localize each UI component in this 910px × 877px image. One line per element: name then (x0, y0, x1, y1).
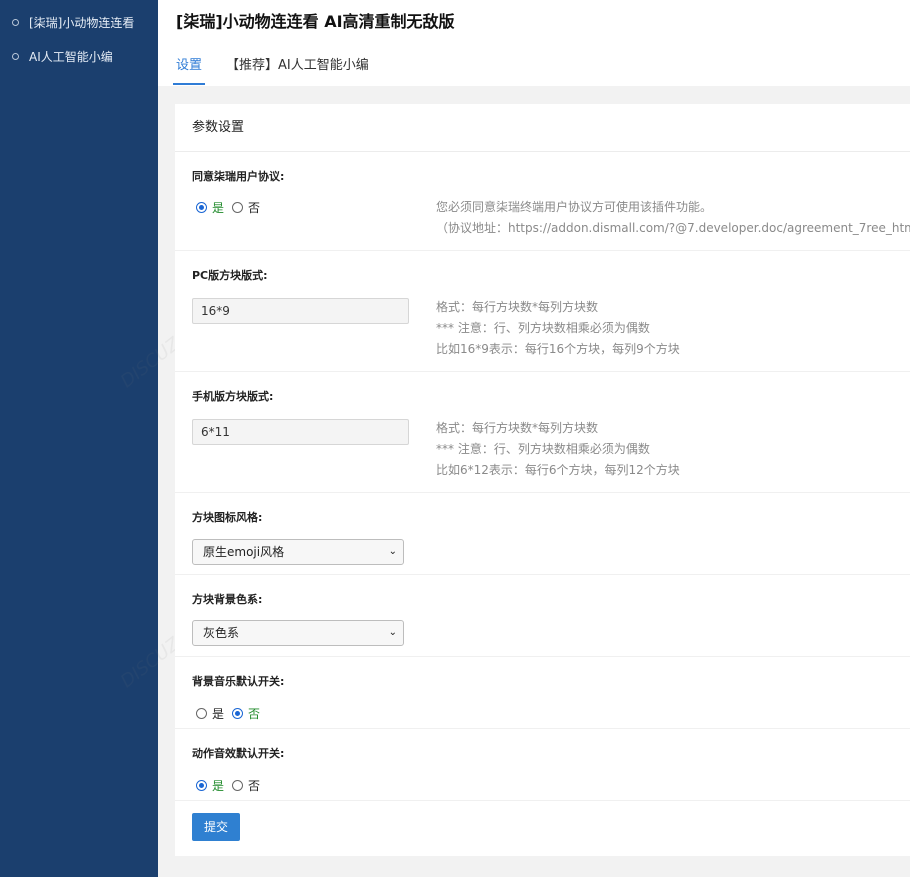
icon-style-selected: 原生emoji风格 (203, 545, 285, 559)
mobile-example-tip: 比如6*12表示：每行6个方块，每列12个方块 (436, 463, 680, 477)
agreement-url-line: （协议地址：https://addon.dismall.com/?@7.deve… (436, 221, 910, 235)
bg-music-no-radio[interactable] (232, 708, 244, 719)
pc-example-tip: 比如16*9表示：每行16个方块，每列9个方块 (436, 342, 680, 356)
sidebar-item-ai-editor[interactable]: AI人工智能小编 (0, 39, 158, 73)
tab-settings[interactable]: 设置 (172, 54, 206, 85)
tab-recommend-ai[interactable]: 【推荐】AI人工智能小编 (226, 54, 369, 85)
mobile-layout-label: 手机版方块版式: (192, 390, 274, 403)
bg-color-select[interactable]: 灰色系 ⌄ (192, 620, 404, 646)
agreement-yes-radio[interactable] (196, 202, 207, 213)
panel-title: 参数设置 (175, 104, 910, 152)
pc-note-tip: *** 注意：行、列方块数相乘必须为偶数 (436, 321, 650, 335)
bg-color-label: 方块背景色系: (192, 593, 263, 606)
agreement-row: 同意柒瑞用户协议: 是 否 您必须同意柒瑞终端用户协议方可使用该插件功能。 （协… (175, 152, 910, 251)
mobile-layout-row: 手机版方块版式: 6*11 格式：每行方块数*每列方块数 *** 注意：行、列方… (175, 372, 910, 493)
main-area: [柒瑞]小动物连连看 AI高清重制无敌版 设置 【推荐】AI人工智能小编 DIS… (117, 0, 910, 877)
agreement-radio-group: 是 否 (196, 199, 268, 216)
bg-music-radio-group: 是 否 (196, 705, 268, 722)
top-bar: [柒瑞]小动物连连看 AI高清重制无敌版 设置 【推荐】AI人工智能小编 (158, 0, 910, 86)
page-title: [柒瑞]小动物连连看 AI高清重制无敌版 (176, 12, 455, 31)
sound-fx-radio-group: 是 否 (196, 777, 268, 794)
tab-bar: 设置 【推荐】AI人工智能小编 (172, 54, 393, 85)
icon-style-row: 方块图标风格: 原生emoji风格 ⌄ (175, 493, 910, 575)
sound-fx-yes-radio[interactable] (196, 780, 207, 791)
bg-music-row: 背景音乐默认开关: 是 否 (175, 657, 910, 729)
bg-music-yes-label: 是 (212, 707, 225, 721)
icon-style-label: 方块图标风格: (192, 511, 263, 524)
pc-layout-input[interactable]: 16*9 (192, 298, 409, 324)
agreement-no-radio[interactable] (232, 202, 244, 213)
mobile-note-tip: *** 注意：行、列方块数相乘必须为偶数 (436, 442, 650, 456)
settings-panel: 参数设置 同意柒瑞用户协议: 是 否 您必须同意柒瑞终端用户协议方可使用该插件功… (175, 104, 910, 856)
pc-layout-row: PC版方块版式: 16*9 格式：每行方块数*每列方块数 *** 注意：行、列方… (175, 251, 910, 372)
bg-music-no-label: 否 (248, 707, 261, 721)
sidebar-item-label: [柒瑞]小动物连连看 (29, 15, 135, 30)
mobile-format-tip: 格式：每行方块数*每列方块数 (436, 421, 599, 435)
bg-music-label: 背景音乐默认开关: (192, 675, 285, 688)
sidebar-item-label: AI人工智能小编 (29, 49, 113, 64)
pc-layout-label: PC版方块版式: (192, 269, 268, 282)
agreement-tip-line: 您必须同意柒瑞终端用户协议方可使用该插件功能。 (436, 200, 713, 214)
bg-color-row: 方块背景色系: 灰色系 ⌄ (175, 575, 910, 657)
icon-style-select[interactable]: 原生emoji风格 ⌄ (192, 539, 404, 565)
sidebar: [柒瑞]小动物连连看 AI人工智能小编 (0, 0, 158, 877)
chevron-down-icon: ⌄ (388, 546, 397, 557)
sidebar-item-link-game[interactable]: [柒瑞]小动物连连看 (0, 5, 158, 39)
agreement-label: 同意柒瑞用户协议: (192, 170, 285, 183)
sound-fx-no-radio[interactable] (232, 780, 244, 791)
agreement-yes-label: 是 (212, 201, 225, 215)
chevron-down-icon: ⌄ (388, 627, 397, 638)
submit-button[interactable]: 提交 (192, 813, 240, 841)
agreement-tip: 您必须同意柒瑞终端用户协议方可使用该插件功能。 （协议地址：https://ad… (436, 197, 910, 239)
bg-music-yes-radio[interactable] (196, 708, 207, 719)
mobile-layout-input[interactable]: 6*11 (192, 419, 409, 445)
sound-fx-label: 动作音效默认开关: (192, 747, 285, 760)
mobile-layout-tip: 格式：每行方块数*每列方块数 *** 注意：行、列方块数相乘必须为偶数 比如6*… (436, 418, 680, 481)
sound-fx-no-label: 否 (248, 779, 261, 793)
circle-bullet-icon (12, 52, 19, 60)
pc-layout-tip: 格式：每行方块数*每列方块数 *** 注意：行、列方块数相乘必须为偶数 比如16… (436, 297, 680, 360)
pc-format-tip: 格式：每行方块数*每列方块数 (436, 300, 599, 314)
sound-fx-yes-label: 是 (212, 779, 225, 793)
bg-color-selected: 灰色系 (203, 626, 240, 640)
agreement-no-label: 否 (248, 201, 261, 215)
circle-bullet-icon (12, 18, 19, 26)
sound-fx-row: 动作音效默认开关: 是 否 (175, 729, 910, 801)
